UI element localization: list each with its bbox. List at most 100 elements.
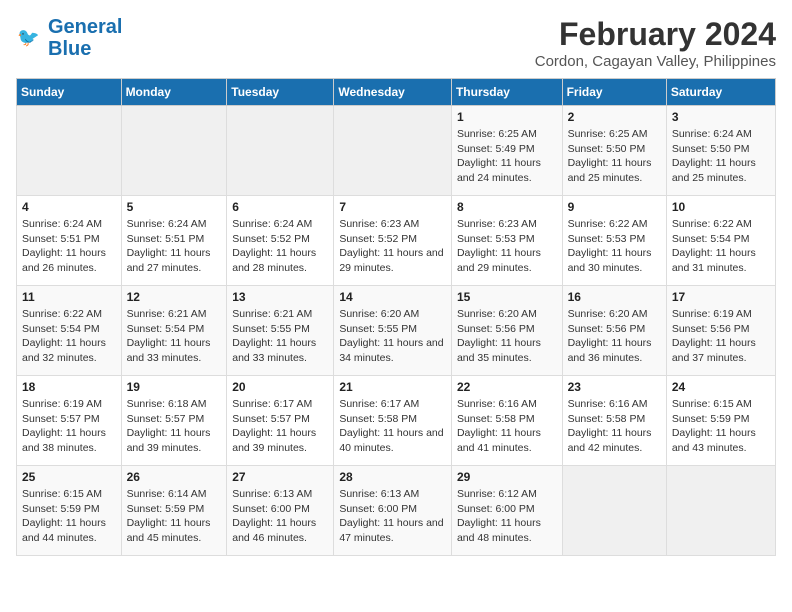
day-number: 6: [232, 200, 328, 214]
day-number: 29: [457, 470, 557, 484]
day-info: Sunrise: 6:24 AMSunset: 5:52 PMDaylight:…: [232, 217, 328, 276]
calendar-cell: 19 Sunrise: 6:18 AMSunset: 5:57 PMDayligh…: [121, 376, 227, 466]
day-number: 11: [22, 290, 116, 304]
week-row-2: 4 Sunrise: 6:24 AMSunset: 5:51 PMDaylight…: [17, 196, 776, 286]
calendar-cell: [334, 106, 452, 196]
calendar-cell: 17Sunrise: 6:19 AMSunset: 5:56 PMDayligh…: [666, 286, 775, 376]
calendar-cell: [666, 466, 775, 556]
day-number: 21: [339, 380, 446, 394]
day-info: Sunrise: 6:19 AMSunset: 5:57 PMDaylight:…: [22, 397, 116, 456]
calendar-cell: 3 Sunrise: 6:24 AMSunset: 5:50 PMDaylight…: [666, 106, 775, 196]
calendar-cell: 5Sunrise: 6:24 AMSunset: 5:51 PMDaylight…: [121, 196, 227, 286]
calendar-cell: 14 Sunrise: 6:20 AMSunset: 5:55 PMDayligh…: [334, 286, 452, 376]
day-number: 22: [457, 380, 557, 394]
calendar-cell: 26 Sunrise: 6:14 AMSunset: 5:59 PMDayligh…: [121, 466, 227, 556]
calendar-cell: 6 Sunrise: 6:24 AMSunset: 5:52 PMDaylight…: [227, 196, 334, 286]
col-header-monday: Monday: [121, 79, 227, 106]
calendar-cell: 20Sunrise: 6:17 AMSunset: 5:57 PMDayligh…: [227, 376, 334, 466]
day-number: 13: [232, 290, 328, 304]
calendar-cell: 15 Sunrise: 6:20 AMSunset: 5:56 PMDayligh…: [451, 286, 562, 376]
day-info: Sunrise: 6:12 AMSunset: 6:00 PMDaylight:…: [457, 487, 557, 546]
day-number: 2: [568, 110, 661, 124]
calendar-cell: 12Sunrise: 6:21 AMSunset: 5:54 PMDayligh…: [121, 286, 227, 376]
day-info: Sunrise: 6:17 AMSunset: 5:57 PMDaylight:…: [232, 397, 328, 456]
calendar-cell: 27Sunrise: 6:13 AMSunset: 6:00 PMDayligh…: [227, 466, 334, 556]
calendar-cell: 25 Sunrise: 6:15 AMSunset: 5:59 PMDayligh…: [17, 466, 122, 556]
calendar-cell: [562, 466, 666, 556]
day-number: 10: [672, 200, 770, 214]
col-header-friday: Friday: [562, 79, 666, 106]
day-info: Sunrise: 6:16 AMSunset: 5:58 PMDaylight:…: [457, 397, 557, 456]
calendar-cell: [121, 106, 227, 196]
calendar-cell: [227, 106, 334, 196]
logo-text: General Blue: [48, 16, 122, 60]
day-info: Sunrise: 6:22 AMSunset: 5:54 PMDaylight:…: [672, 217, 770, 276]
day-info: Sunrise: 6:16 AMSunset: 5:58 PMDaylight:…: [568, 397, 661, 456]
col-header-thursday: Thursday: [451, 79, 562, 106]
svg-text:🐦: 🐦: [17, 28, 40, 48]
day-number: 8: [457, 200, 557, 214]
day-info: Sunrise: 6:24 AMSunset: 5:51 PMDaylight:…: [22, 217, 116, 276]
day-number: 4: [22, 200, 116, 214]
day-info: Sunrise: 6:22 AMSunset: 5:54 PMDaylight:…: [22, 307, 116, 366]
calendar-cell: 11 Sunrise: 6:22 AMSunset: 5:54 PMDayligh…: [17, 286, 122, 376]
logo-line2: Blue: [48, 38, 91, 60]
week-row-5: 25 Sunrise: 6:15 AMSunset: 5:59 PMDayligh…: [17, 466, 776, 556]
day-info: Sunrise: 6:25 AMSunset: 5:50 PMDaylight:…: [568, 127, 661, 186]
day-number: 9: [568, 200, 661, 214]
calendar-cell: 28 Sunrise: 6:13 AMSunset: 6:00 PMDayligh…: [334, 466, 452, 556]
day-number: 25: [22, 470, 116, 484]
day-info: Sunrise: 6:24 AMSunset: 5:50 PMDaylight:…: [672, 127, 770, 186]
day-number: 28: [339, 470, 446, 484]
calendar-cell: 21 Sunrise: 6:17 AMSunset: 5:58 PMDayligh…: [334, 376, 452, 466]
day-info: Sunrise: 6:23 AMSunset: 5:53 PMDaylight:…: [457, 217, 557, 276]
calendar-cell: 24Sunrise: 6:15 AMSunset: 5:59 PMDayligh…: [666, 376, 775, 466]
day-number: 26: [127, 470, 222, 484]
calendar-cell: 13 Sunrise: 6:21 AMSunset: 5:55 PMDayligh…: [227, 286, 334, 376]
logo-line1: General: [48, 16, 122, 38]
day-number: 1: [457, 110, 557, 124]
day-info: Sunrise: 6:20 AMSunset: 5:56 PMDaylight:…: [568, 307, 661, 366]
day-number: 18: [22, 380, 116, 394]
calendar-cell: 10 Sunrise: 6:22 AMSunset: 5:54 PMDayligh…: [666, 196, 775, 286]
day-info: Sunrise: 6:25 AMSunset: 5:49 PMDaylight:…: [457, 127, 557, 186]
location: Cordon, Cagayan Valley, Philippines: [535, 53, 776, 70]
day-info: Sunrise: 6:18 AMSunset: 5:57 PMDaylight:…: [127, 397, 222, 456]
week-row-1: 1 Sunrise: 6:25 AMSunset: 5:49 PMDaylight…: [17, 106, 776, 196]
col-header-tuesday: Tuesday: [227, 79, 334, 106]
calendar-cell: 4 Sunrise: 6:24 AMSunset: 5:51 PMDaylight…: [17, 196, 122, 286]
day-number: 12: [127, 290, 222, 304]
calendar-cell: 7Sunrise: 6:23 AMSunset: 5:52 PMDaylight…: [334, 196, 452, 286]
day-number: 23: [568, 380, 661, 394]
calendar-cell: 8 Sunrise: 6:23 AMSunset: 5:53 PMDaylight…: [451, 196, 562, 286]
day-info: Sunrise: 6:15 AMSunset: 5:59 PMDaylight:…: [22, 487, 116, 546]
day-number: 3: [672, 110, 770, 124]
month-year: February 2024: [535, 16, 776, 53]
calendar-cell: 18 Sunrise: 6:19 AMSunset: 5:57 PMDayligh…: [17, 376, 122, 466]
day-info: Sunrise: 6:17 AMSunset: 5:58 PMDaylight:…: [339, 397, 446, 456]
day-info: Sunrise: 6:13 AMSunset: 6:00 PMDaylight:…: [339, 487, 446, 546]
day-number: 19: [127, 380, 222, 394]
day-info: Sunrise: 6:14 AMSunset: 5:59 PMDaylight:…: [127, 487, 222, 546]
day-number: 14: [339, 290, 446, 304]
day-info: Sunrise: 6:20 AMSunset: 5:55 PMDaylight:…: [339, 307, 446, 366]
logo: 🐦 General Blue: [16, 16, 122, 60]
day-number: 24: [672, 380, 770, 394]
calendar-cell: 2 Sunrise: 6:25 AMSunset: 5:50 PMDaylight…: [562, 106, 666, 196]
calendar-cell: 16Sunrise: 6:20 AMSunset: 5:56 PMDayligh…: [562, 286, 666, 376]
day-number: 5: [127, 200, 222, 214]
logo-icon: 🐦: [16, 24, 44, 52]
day-number: 27: [232, 470, 328, 484]
day-number: 15: [457, 290, 557, 304]
col-header-sunday: Sunday: [17, 79, 122, 106]
calendar-cell: 1 Sunrise: 6:25 AMSunset: 5:49 PMDaylight…: [451, 106, 562, 196]
day-info: Sunrise: 6:20 AMSunset: 5:56 PMDaylight:…: [457, 307, 557, 366]
calendar-header-row: SundayMondayTuesdayWednesdayThursdayFrid…: [17, 79, 776, 106]
calendar-cell: 9Sunrise: 6:22 AMSunset: 5:53 PMDaylight…: [562, 196, 666, 286]
day-number: 7: [339, 200, 446, 214]
calendar-cell: [17, 106, 122, 196]
calendar-cell: 29 Sunrise: 6:12 AMSunset: 6:00 PMDayligh…: [451, 466, 562, 556]
col-header-wednesday: Wednesday: [334, 79, 452, 106]
day-info: Sunrise: 6:21 AMSunset: 5:55 PMDaylight:…: [232, 307, 328, 366]
page-header: 🐦 General Blue February 2024 Cordon, Cag…: [16, 16, 776, 70]
